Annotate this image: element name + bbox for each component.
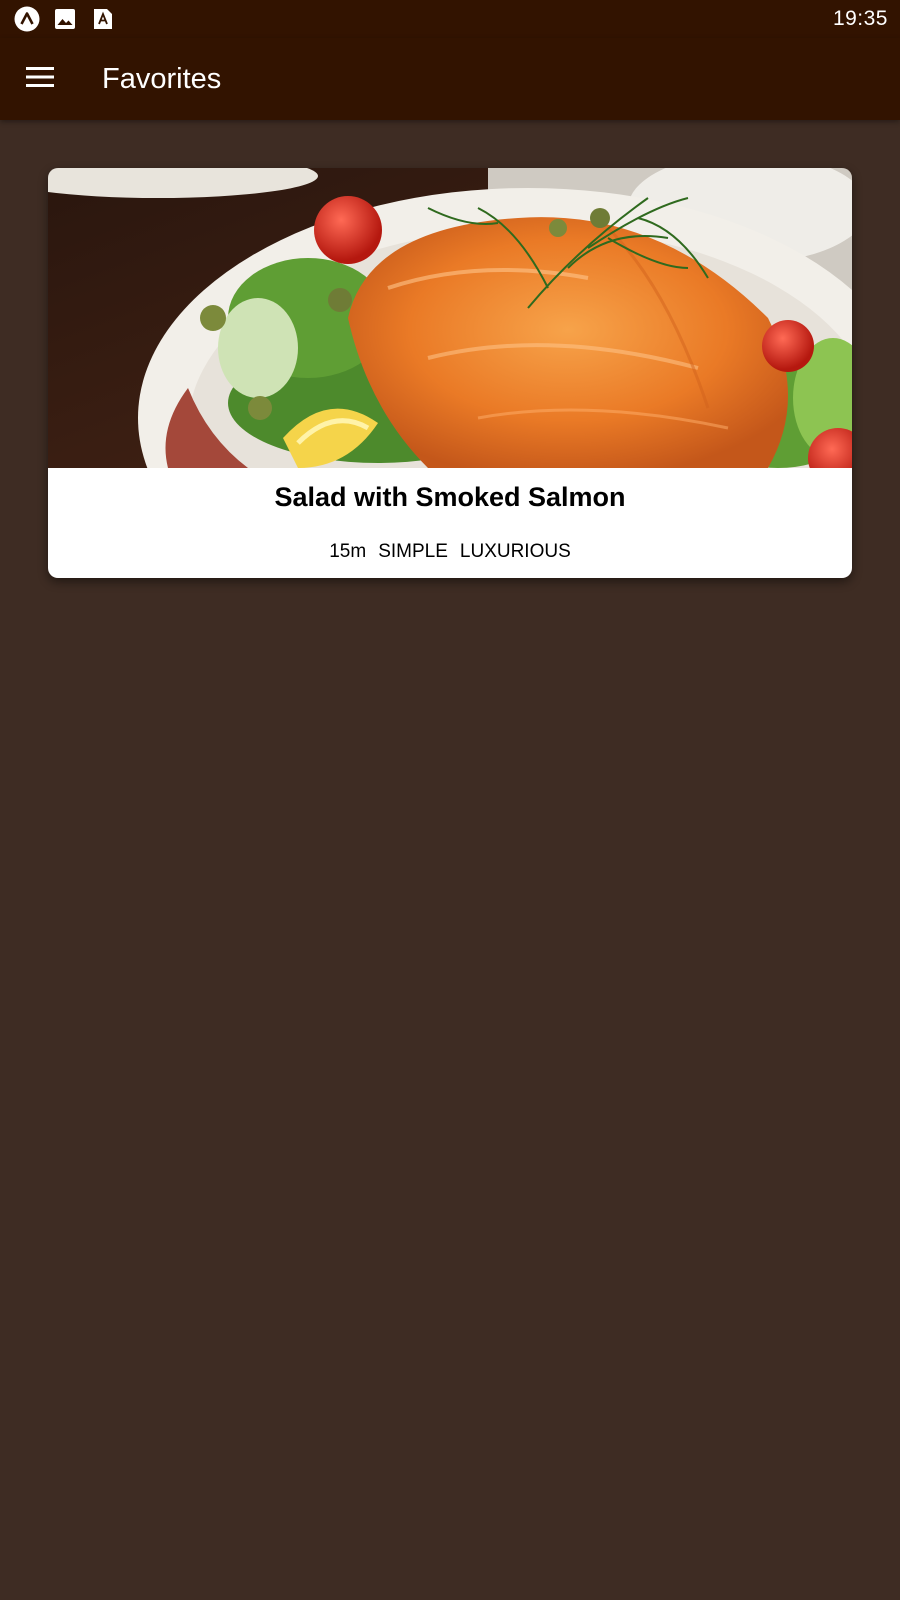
status-bar: 19:35	[0, 0, 900, 38]
app-logo-icon	[14, 6, 40, 32]
status-icons	[14, 6, 116, 32]
status-time: 19:35	[832, 7, 888, 30]
hamburger-menu-icon	[26, 66, 54, 92]
meal-affordability: LUXURIOUS	[459, 541, 571, 562]
meal-complexity: SIMPLE	[378, 541, 448, 562]
image-icon	[52, 6, 78, 32]
page-title: Favorites	[102, 62, 222, 95]
meal-title-text: Salad with Smoked Salmon	[274, 482, 626, 512]
font-icon	[90, 6, 116, 32]
meal-card[interactable]: Salad with Smoked Salmon 15m SIMPLE LUXU…	[48, 168, 852, 578]
meal-image	[48, 168, 852, 468]
app-bar: Favorites	[0, 38, 900, 120]
meal-meta: 15m SIMPLE LUXURIOUS	[48, 541, 852, 563]
meal-duration: 15m	[329, 541, 367, 562]
menu-button[interactable]	[0, 38, 80, 120]
meal-title: Salad with Smoked Salmon	[48, 482, 852, 513]
